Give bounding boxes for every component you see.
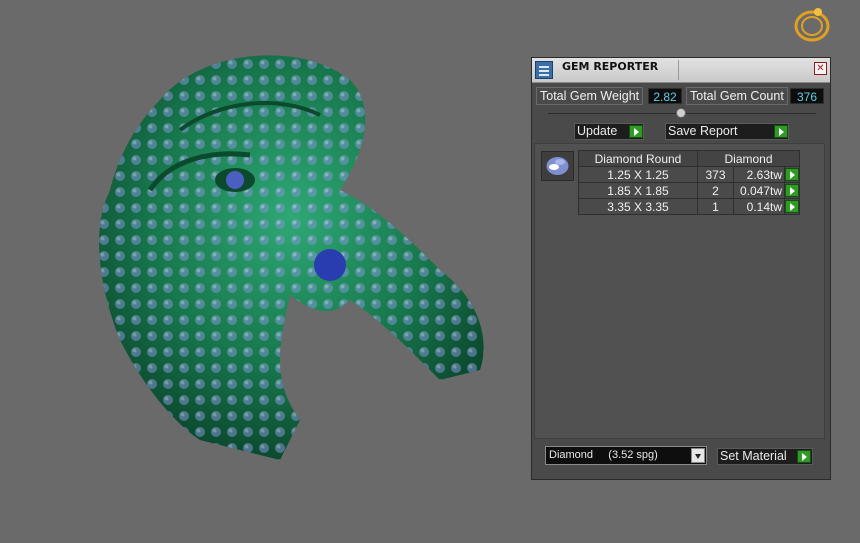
gem-weight: 0.14tw — [733, 198, 785, 215]
column-header-material: Diamond — [697, 150, 800, 167]
title-divider — [678, 60, 679, 80]
panel-titlebar[interactable]: GEM REPORTER ✕ — [532, 58, 830, 83]
total-gem-count-value: 376 — [790, 88, 824, 104]
material-selected-value: Diamond (3.52 spg) — [549, 449, 658, 461]
chevron-down-icon[interactable] — [691, 448, 705, 463]
update-button[interactable]: Update — [574, 123, 644, 140]
select-row-button[interactable] — [784, 198, 800, 215]
ring-logo-icon — [794, 8, 830, 42]
total-gem-weight-value: 2.82 — [648, 88, 682, 104]
close-icon[interactable]: ✕ — [814, 62, 827, 75]
material-dropdown[interactable]: Diamond (3.52 spg) — [545, 446, 707, 465]
set-material-label: Set Material — [720, 449, 787, 463]
lion-ring-model[interactable] — [80, 40, 500, 470]
panel-title: GEM REPORTER — [562, 60, 659, 73]
total-gem-count-label: Total Gem Count — [686, 87, 788, 105]
table-row: 1.85 X 1.85 2 0.047tw — [578, 182, 800, 199]
play-icon — [629, 125, 643, 138]
set-material-button[interactable]: Set Material — [717, 448, 813, 465]
play-icon — [785, 184, 799, 197]
table-row: 1.25 X 1.25 373 2.63tw — [578, 166, 800, 183]
select-row-button[interactable] — [784, 182, 800, 199]
gem-reporter-panel: GEM REPORTER ✕ Total Gem Weight 2.82 Tot… — [531, 57, 831, 480]
gem-weight: 0.047tw — [733, 182, 785, 199]
gem-count: 2 — [697, 182, 734, 199]
save-report-label: Save Report — [668, 124, 738, 138]
save-report-button[interactable]: Save Report — [665, 123, 789, 140]
select-row-button[interactable] — [784, 166, 800, 183]
table-row: 3.35 X 3.35 1 0.14tw — [578, 198, 800, 215]
table-header-row: Diamond Round Diamond — [578, 150, 800, 167]
update-label: Update — [577, 124, 618, 138]
gem-reporter-icon — [535, 61, 553, 79]
total-gem-weight-label: Total Gem Weight — [536, 87, 644, 105]
gem-weight: 2.63tw — [733, 166, 785, 183]
gem-count: 1 — [697, 198, 734, 215]
gem-size: 3.35 X 3.35 — [578, 198, 698, 215]
column-header-shape: Diamond Round — [578, 150, 698, 167]
gem-table: Diamond Round Diamond 1.25 X 1.25 373 2.… — [578, 150, 800, 215]
collapse-handle-icon[interactable] — [676, 108, 686, 118]
gem-count: 373 — [697, 166, 734, 183]
play-icon — [785, 200, 799, 213]
gem-size: 1.85 X 1.85 — [578, 182, 698, 199]
play-icon — [774, 125, 788, 138]
play-icon — [785, 168, 799, 181]
diamond-round-icon — [541, 151, 574, 181]
gem-size: 1.25 X 1.25 — [578, 166, 698, 183]
play-icon — [797, 450, 811, 463]
